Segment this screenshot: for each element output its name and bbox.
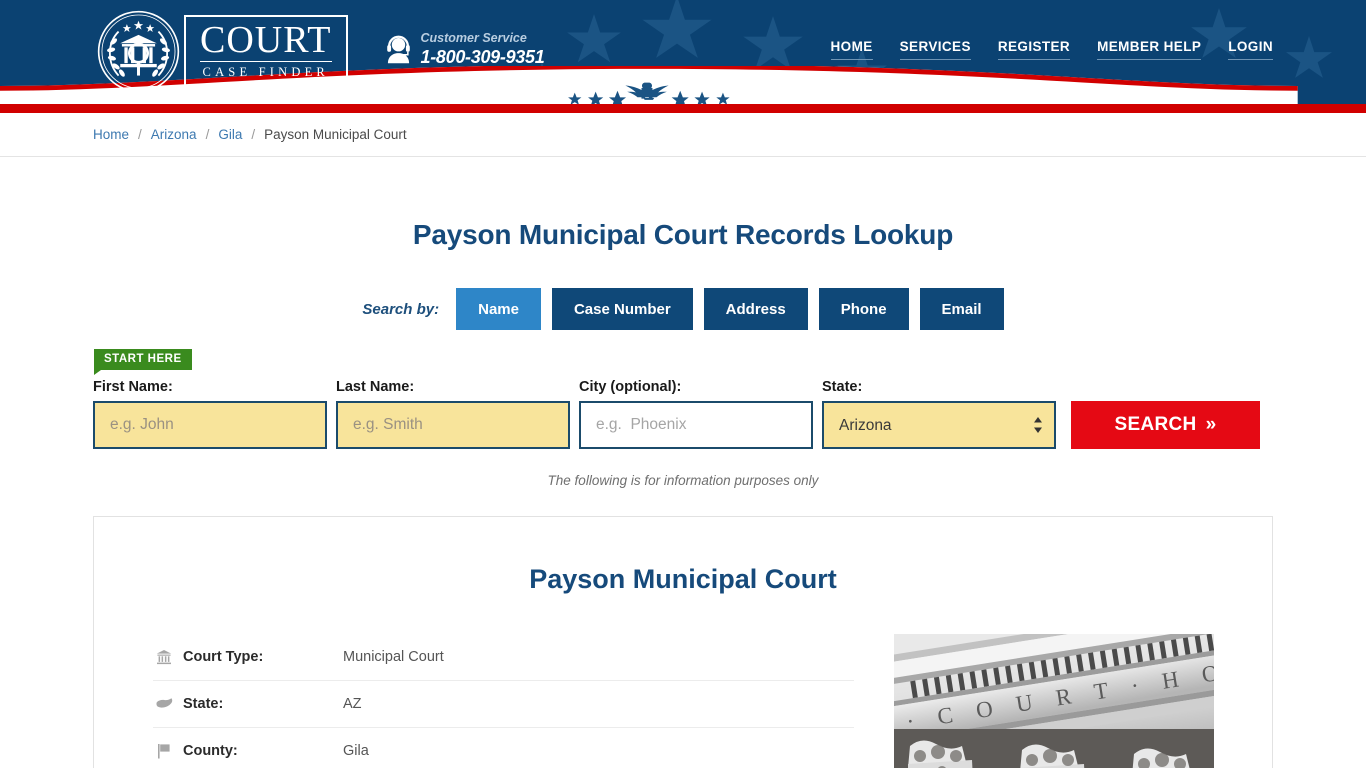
tab-case-number[interactable]: Case Number (551, 288, 693, 330)
customer-service-label: Customer Service (420, 31, 527, 45)
start-here-badge-row: START HERE (93, 349, 1273, 375)
breadcrumb-item-gila[interactable]: Gila (218, 127, 242, 142)
tab-address[interactable]: Address (703, 288, 808, 330)
city-input[interactable] (579, 401, 813, 449)
tab-name[interactable]: Name (456, 288, 541, 330)
double-chevron-right-icon: » (1205, 414, 1217, 435)
court-search-form: First Name: Last Name: City (optional): … (93, 379, 1273, 449)
site-logo[interactable]: COURT CASE FINDER (97, 10, 348, 93)
last-name-label: Last Name: (336, 379, 415, 395)
state-label-row: State: (183, 696, 224, 712)
customer-service-phone[interactable]: 1-800-309-9351 (421, 46, 545, 68)
tab-phone[interactable]: Phone (818, 288, 909, 330)
table-row: County: Gila (153, 728, 854, 768)
logo-brand-sub: CASE FINDER (202, 65, 329, 79)
bank-columns-icon (153, 649, 175, 665)
breadcrumb-separator: / (205, 127, 210, 142)
start-here-badge: START HERE (94, 349, 192, 375)
search-by-tabs: Search by: Name Case Number Address Phon… (93, 288, 1273, 330)
first-name-input[interactable] (93, 401, 327, 449)
state-select[interactable]: Arizona (822, 401, 1056, 449)
site-header: COURT CASE FINDER Customer Service 1-800… (0, 0, 1366, 104)
main-content: Payson Municipal Court Records Lookup Se… (93, 219, 1273, 768)
table-row: State: AZ (153, 681, 854, 728)
state-value: AZ (343, 696, 362, 712)
courthouse-photo-graphic: · C O U R T · H O U S E · (894, 634, 1214, 768)
court-type-label: Court Type: (183, 649, 264, 665)
tab-email[interactable]: Email (919, 288, 1004, 330)
breadcrumb-separator: / (138, 127, 142, 142)
search-button[interactable]: SEARCH » (1071, 401, 1260, 449)
breadcrumb-item-home[interactable]: Home (93, 127, 129, 142)
nav-item-member-help[interactable]: MEMBER HELP (1097, 39, 1202, 60)
breadcrumb-separator: / (251, 127, 256, 142)
state-field-group: State: Arizona (822, 379, 1056, 449)
court-info-card: Payson Municipal Court Court Type: Munic… (93, 516, 1273, 768)
search-button-label: SEARCH (1114, 414, 1197, 435)
court-name-heading: Payson Municipal Court (529, 564, 837, 594)
breadcrumb-bar: Home / Arizona / Gila / Payson Municipal… (0, 113, 1366, 157)
first-name-field-group: First Name: (93, 379, 327, 449)
flag-icon (153, 743, 175, 759)
court-details-table: Court Type: Municipal Court State: AZ Co… (153, 634, 854, 768)
county-value: Gila (343, 743, 369, 759)
breadcrumb-item-arizona[interactable]: Arizona (151, 127, 197, 142)
logo-wordmark: COURT CASE FINDER (184, 15, 348, 88)
state-label: State: (822, 379, 863, 395)
court-type-value: Municipal Court (343, 649, 444, 665)
county-label: County: (183, 743, 238, 759)
disclaimer-text: The following is for information purpose… (547, 473, 819, 488)
nav-item-register[interactable]: REGISTER (997, 39, 1071, 60)
city-label: City (optional): (579, 379, 682, 395)
nav-item-services[interactable]: SERVICES (899, 39, 971, 60)
courthouse-facade-photo: · C O U R T · H O U S E · (894, 634, 1214, 768)
breadcrumb-item-current: Payson Municipal Court (264, 127, 407, 142)
first-name-label: First Name: (93, 379, 173, 395)
search-by-label: Search by: (362, 300, 440, 318)
breadcrumb: Home / Arizona / Gila / Payson Municipal… (93, 113, 1273, 156)
last-name-input[interactable] (336, 401, 570, 449)
page-title: Payson Municipal Court Records Lookup (412, 219, 954, 250)
nav-item-login[interactable]: LOGIN (1228, 39, 1273, 60)
logo-brand-main: COURT (200, 19, 332, 62)
city-field-group: City (optional): (579, 379, 813, 449)
primary-navigation: HOME SERVICES REGISTER MEMBER HELP LOGIN (830, 39, 1273, 60)
header-red-stripe (0, 104, 1366, 113)
customer-service-block[interactable]: Customer Service 1-800-309-9351 (385, 31, 545, 68)
last-name-field-group: Last Name: (336, 379, 570, 449)
us-map-icon (153, 697, 175, 711)
table-row: Court Type: Municipal Court (153, 634, 854, 681)
headset-support-icon (386, 35, 410, 63)
nav-item-home[interactable]: HOME (830, 39, 873, 60)
court-seal-icon (97, 10, 180, 93)
